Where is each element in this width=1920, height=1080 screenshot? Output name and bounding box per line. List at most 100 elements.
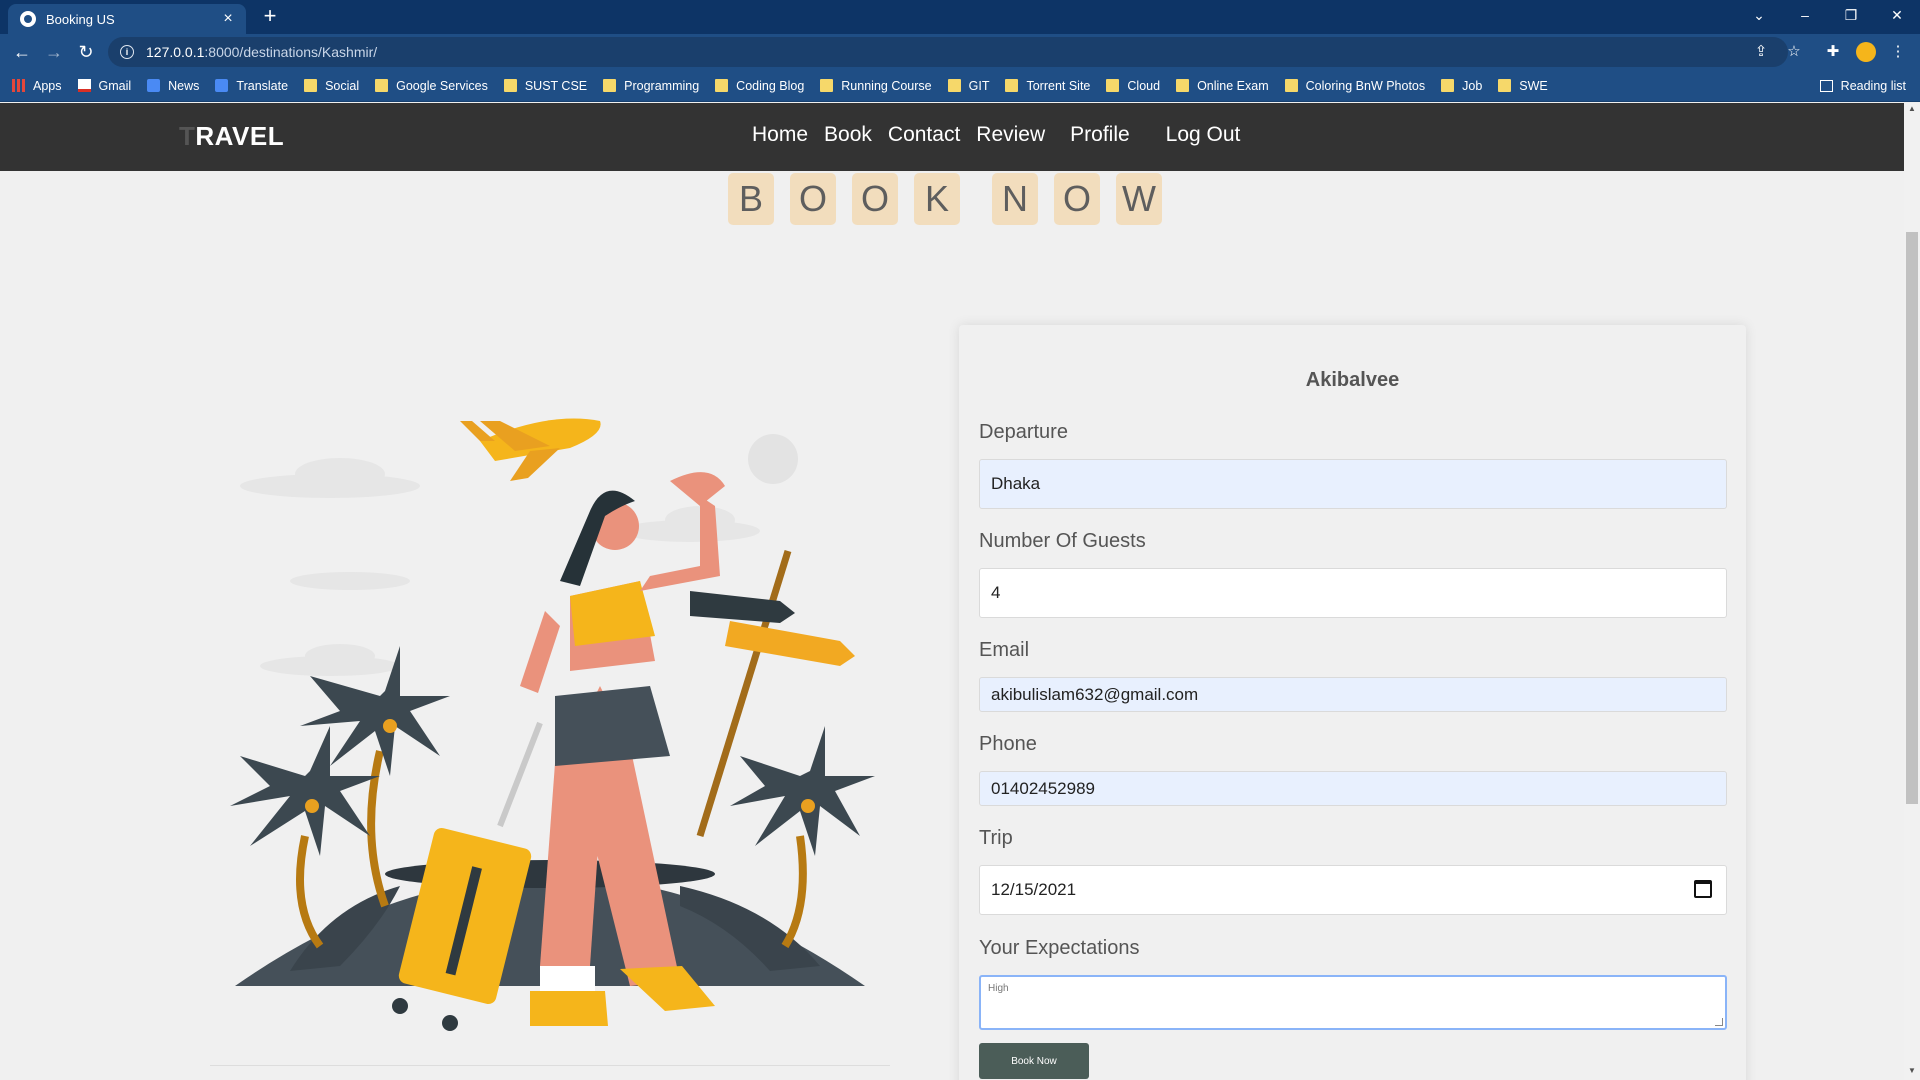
bookmark-folder[interactable]: GIT	[947, 78, 990, 93]
folder-icon	[1441, 79, 1455, 92]
trip-date-input[interactable]: 12/15/2021	[979, 865, 1727, 915]
heading-letter: N	[992, 173, 1038, 225]
sun-icon	[748, 434, 798, 484]
bookmark-folder[interactable]: Google Services	[375, 79, 488, 93]
nav-link-book[interactable]: Book	[824, 123, 872, 147]
bookmark-label: GIT	[968, 78, 990, 93]
heading-letter: O	[1054, 173, 1100, 225]
book-now-button[interactable]: Book Now	[979, 1043, 1089, 1079]
menu-kebab-icon[interactable]: ⋮	[1888, 42, 1908, 62]
bookmark-folder[interactable]: Running Course	[820, 78, 932, 93]
minimize-button[interactable]: –	[1782, 0, 1828, 30]
resize-handle-icon[interactable]	[1715, 1018, 1723, 1026]
extensions-icon[interactable]: ✚	[1823, 42, 1843, 62]
calendar-icon[interactable]	[1694, 880, 1712, 898]
site-info-icon[interactable]: i	[120, 45, 134, 59]
new-tab-button[interactable]: +	[258, 5, 282, 29]
bookmark-folder[interactable]: Job	[1441, 79, 1482, 93]
bookmark-label: SWE	[1519, 78, 1548, 93]
reading-list-label: Reading list	[1840, 79, 1906, 93]
heading-letter: K	[914, 173, 960, 225]
bookmark-folder[interactable]: Programming	[603, 79, 699, 93]
bookmark-label: Programming	[624, 78, 700, 93]
bookmark-label: News	[168, 78, 200, 93]
bookmark-label: Gmail	[98, 78, 132, 93]
bookmark-label: Job	[1462, 78, 1483, 93]
bookmark-gmail[interactable]: Gmail	[77, 78, 132, 93]
bookmark-folder[interactable]: SWE	[1498, 78, 1548, 93]
book-now-heading: B O O K N O W	[728, 173, 1178, 225]
folder-icon	[375, 79, 389, 92]
address-bar[interactable]: i 127.0.0.1:8000/destinations/Kashmir/	[108, 37, 1788, 67]
site-logo[interactable]: TRAVEL	[179, 121, 284, 152]
bookmark-label: Coding Blog	[736, 78, 805, 93]
heading-letter: O	[852, 173, 898, 225]
airplane-icon	[460, 418, 601, 481]
scrollbar-thumb[interactable]	[1906, 232, 1918, 804]
phone-input[interactable]: 01402452989	[979, 771, 1727, 806]
nav-link-contact[interactable]: Contact	[888, 123, 960, 147]
folder-icon	[1284, 79, 1298, 92]
guests-label: Number Of Guests	[979, 530, 1146, 552]
browser-toolbar: ← → ↻ i 127.0.0.1:8000/destinations/Kash…	[0, 34, 1920, 70]
nav-link-home[interactable]: Home	[752, 123, 808, 147]
scroll-down-icon[interactable]: ▼	[1906, 1066, 1918, 1078]
bookmark-star-icon[interactable]: ☆	[1784, 42, 1804, 62]
bookmark-folder[interactable]: Social	[304, 79, 359, 93]
folder-icon	[947, 79, 961, 92]
folder-icon	[503, 79, 517, 92]
bookmark-label: SUST CSE	[524, 78, 588, 93]
heading-word-gap	[976, 173, 992, 225]
bookmark-apps[interactable]: Apps	[12, 79, 62, 93]
site-navbar: TRAVEL Home Book Contact Review Profile …	[0, 103, 1904, 171]
folder-icon	[603, 79, 617, 92]
bookmark-news[interactable]: News	[147, 79, 199, 93]
bookmark-folder[interactable]: Cloud	[1106, 79, 1160, 93]
browser-tab[interactable]: Booking US ×	[8, 4, 246, 34]
scroll-up-icon[interactable]: ▲	[1906, 104, 1918, 116]
heading-letter: O	[790, 173, 836, 225]
bookmark-label: Apps	[33, 78, 62, 93]
apps-icon	[12, 79, 25, 92]
phone-label: Phone	[979, 733, 1037, 755]
logo-letter: T	[179, 121, 196, 151]
email-label: Email	[979, 639, 1030, 661]
expectations-textarea[interactable]: High	[979, 975, 1727, 1030]
bookmarks-bar: Apps Gmail News Translate Social Google …	[0, 70, 1920, 102]
reload-icon[interactable]: ↻	[74, 40, 98, 64]
tab-search-icon[interactable]: ⌄	[1736, 0, 1782, 30]
page-viewport: TRAVEL Home Book Contact Review Profile …	[0, 103, 1904, 1080]
bookmark-folder[interactable]: Coding Blog	[715, 79, 804, 93]
bookmark-folder[interactable]: SUST CSE	[503, 78, 588, 93]
nav-link-logout[interactable]: Log Out	[1166, 123, 1241, 147]
folder-icon	[1106, 79, 1120, 92]
guests-input[interactable]: 4	[979, 568, 1727, 618]
folder-icon	[1498, 79, 1512, 92]
bookmark-folder[interactable]: Coloring BnW Photos	[1284, 79, 1425, 93]
bookmark-folder[interactable]: Torrent Site	[1005, 79, 1090, 93]
bookmark-folder[interactable]: Online Exam	[1176, 79, 1269, 93]
email-input[interactable]: akibulislam632@gmail.com	[979, 677, 1727, 712]
logo-text: RAVEL	[195, 121, 285, 151]
folder-icon	[304, 79, 318, 92]
heading-letter: W	[1116, 173, 1162, 225]
close-tab-icon[interactable]: ×	[220, 11, 236, 27]
traveler-illustration	[210, 418, 890, 1066]
close-window-button[interactable]: ✕	[1874, 0, 1920, 30]
bookmark-label: Running Course	[841, 78, 932, 93]
news-icon	[147, 79, 161, 92]
profile-avatar[interactable]	[1856, 42, 1876, 62]
nav-link-profile[interactable]: Profile	[1070, 123, 1130, 147]
back-icon[interactable]: ←	[10, 40, 34, 64]
expectations-label: Your Expectations	[979, 937, 1140, 959]
bookmark-label: Cloud	[1127, 78, 1161, 93]
forward-icon[interactable]: →	[42, 40, 66, 64]
share-icon[interactable]: ⇪	[1751, 42, 1771, 62]
username-heading: Akibalvee	[1305, 369, 1400, 391]
restore-button[interactable]: ❐	[1828, 0, 1874, 30]
departure-input[interactable]: Dhaka	[979, 459, 1727, 509]
reading-list-button[interactable]: Reading list	[1819, 70, 1906, 102]
bookmark-translate[interactable]: Translate	[215, 79, 288, 93]
browser-tabstrip: Booking US × + ⌄ – ❐ ✕	[0, 0, 1920, 34]
nav-link-review[interactable]: Review	[976, 123, 1045, 147]
